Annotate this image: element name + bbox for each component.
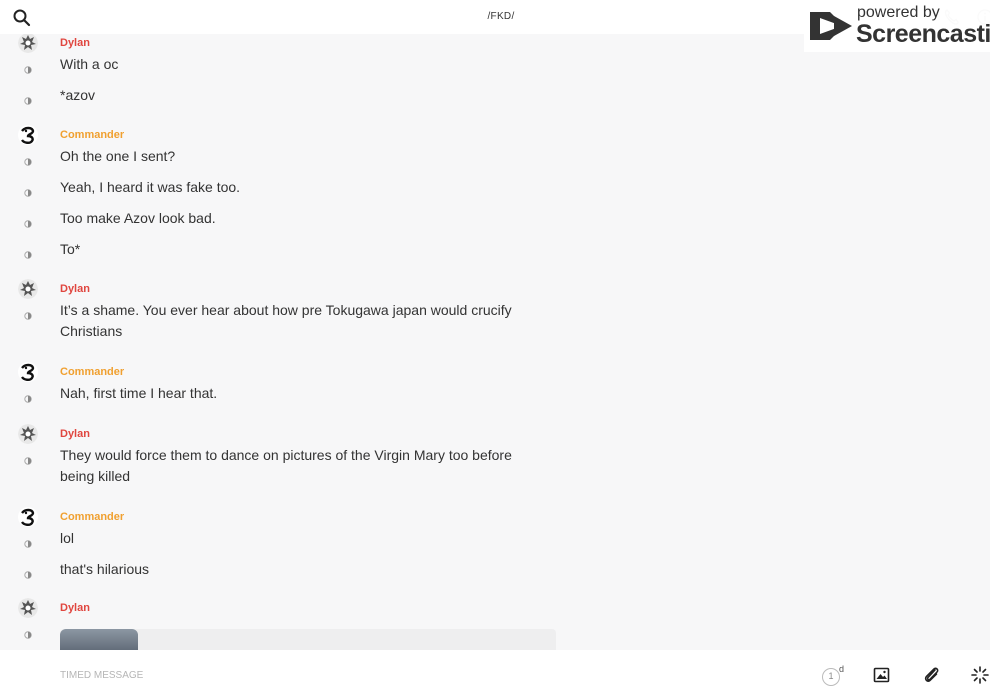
image-attach-icon[interactable]	[872, 665, 892, 685]
timer-value: 1	[822, 668, 840, 686]
avatar-dylan[interactable]	[18, 279, 38, 299]
message-text[interactable]: Yeah, I heard it was fake too.	[60, 177, 550, 198]
message-line: Nah, first time I hear that.	[60, 385, 218, 401]
message-text[interactable]: They would force them to dance on pictur…	[60, 445, 550, 487]
message-line: Too make Azov look bad.	[60, 210, 216, 226]
read-status-icon	[24, 153, 32, 166]
read-status-icon	[24, 566, 32, 579]
timer-button[interactable]: 1 d	[822, 664, 848, 688]
avatar-dylan[interactable]	[18, 598, 38, 618]
sender-name[interactable]: Commander	[60, 129, 124, 141]
message-line: Christians	[60, 323, 123, 339]
timer-unit: d	[839, 664, 845, 674]
read-status-icon	[24, 535, 32, 548]
sender-name[interactable]: Dylan	[60, 428, 90, 440]
paperclip-icon[interactable]	[921, 665, 941, 685]
message-line: Oh the one I sent?	[60, 148, 176, 164]
read-status-icon	[24, 92, 32, 105]
avatar-commander[interactable]	[18, 125, 38, 145]
message-line: They would force them to dance on pictur…	[60, 447, 512, 463]
read-status-icon	[24, 307, 32, 320]
message-line: *azov	[60, 87, 96, 103]
sparkle-icon[interactable]	[970, 665, 990, 685]
message-text[interactable]: Too make Azov look bad.	[60, 208, 550, 229]
message-text[interactable]: Oh the one I sent?	[60, 146, 550, 167]
message-text[interactable]: It’s a shame. You ever hear about how pr…	[60, 300, 550, 342]
read-status-icon	[24, 61, 32, 74]
avatar-commander[interactable]	[18, 362, 38, 382]
read-status-icon	[24, 246, 32, 259]
message-text[interactable]: To*	[60, 239, 550, 260]
message-line: being killed	[60, 468, 131, 484]
timed-message-input[interactable]	[60, 667, 760, 683]
sender-name[interactable]: Commander	[60, 366, 124, 378]
message-line: With a oc	[60, 56, 119, 72]
message-text[interactable]: lol	[60, 528, 550, 549]
read-status-icon	[24, 184, 32, 197]
read-status-icon	[24, 626, 32, 639]
message-text[interactable]: Nah, first time I hear that.	[60, 383, 550, 404]
sender-name[interactable]: Commander	[60, 511, 124, 523]
message-line: It’s a shame. You ever hear about how pr…	[60, 302, 512, 318]
message-text[interactable]: that's hilarious	[60, 559, 550, 580]
sender-name[interactable]: Dylan	[60, 602, 90, 614]
message-line: that's hilarious	[60, 561, 150, 577]
read-status-icon	[24, 452, 32, 465]
image-thumbnail[interactable]	[60, 629, 138, 650]
message-text[interactable]: With a oc	[60, 54, 550, 75]
message-line: To*	[60, 241, 81, 257]
image-attachment[interactable]	[60, 629, 556, 650]
composer-bar: 1 d	[0, 650, 990, 700]
avatar-dylan[interactable]	[18, 424, 38, 444]
message-text[interactable]: *azov	[60, 85, 550, 106]
avatar-commander[interactable]	[18, 507, 38, 527]
message-line: Yeah, I heard it was fake too.	[60, 179, 241, 195]
sender-name[interactable]: Dylan	[60, 283, 90, 295]
read-status-icon	[24, 215, 32, 228]
sender-name[interactable]: Dylan	[60, 37, 90, 49]
message-line: lol	[60, 530, 75, 546]
message-list[interactable]: Dylan With a oc *azov Commander Oh the one I…	[0, 34, 990, 650]
avatar-dylan[interactable]	[18, 34, 38, 53]
read-status-icon	[24, 390, 32, 403]
